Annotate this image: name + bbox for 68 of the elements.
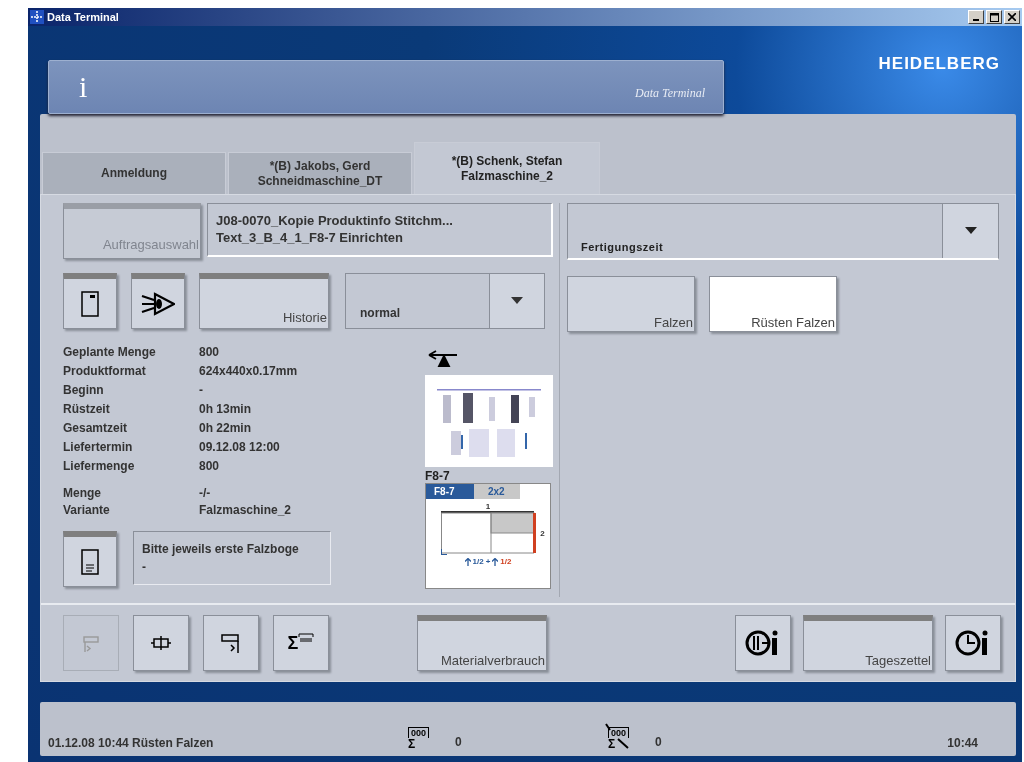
field-value: 0h 13min	[199, 402, 253, 416]
field-value: -	[199, 383, 204, 397]
arrow-up-icon	[492, 557, 499, 566]
scheme-title: F8-7	[425, 469, 451, 483]
field-value: 800	[199, 459, 221, 473]
field-label: Menge	[63, 486, 102, 500]
field-label: Beginn	[63, 383, 105, 397]
field-label: Gesamtzeit	[63, 421, 129, 435]
tab[interactable]: *(B) Schenk, Stefan Falzmaschine_2	[414, 142, 600, 194]
tab[interactable]: *(B) Jakobs, Gerd Schneidmaschine_DT	[228, 152, 412, 194]
field-value: 09.12.08 12:00	[199, 440, 281, 454]
sum-button[interactable]: Σ	[273, 615, 329, 671]
fraction-label: 1/2	[472, 557, 484, 566]
window-title: Data Terminal	[47, 11, 120, 23]
field-value: Falzmaschine_2	[199, 503, 293, 517]
minimize-button[interactable]	[968, 10, 984, 24]
document-button[interactable]	[63, 273, 117, 329]
maximize-button[interactable]	[986, 10, 1002, 24]
operation-button[interactable]: Rüsten Falzen	[709, 276, 837, 332]
counter-value: 0	[655, 735, 662, 749]
info-glyph: i	[79, 70, 88, 104]
mode-dropdown[interactable]: normal	[345, 273, 545, 329]
interrupt-button[interactable]	[133, 615, 189, 671]
field-value: -/-	[199, 486, 212, 500]
dropdown-arrow-icon	[964, 227, 977, 235]
document-icon	[81, 548, 99, 575]
logo: HEIDELBERG	[878, 54, 1000, 74]
view-button[interactable]	[131, 273, 185, 329]
edge-number: 2	[540, 528, 545, 538]
close-icon	[1008, 13, 1016, 21]
field-label: Variante	[63, 503, 111, 517]
counter-value: 0	[455, 735, 462, 749]
end-icon	[220, 632, 242, 654]
arrow-up-icon	[464, 557, 471, 566]
dropdown-arrow-icon	[511, 297, 523, 305]
end-button[interactable]	[203, 615, 259, 671]
material-consumption-button[interactable]: Materialverbrauch	[417, 615, 547, 671]
operation-button[interactable]: Falzen	[567, 276, 695, 332]
edge-number: 1	[485, 502, 491, 511]
production-time-dropdown[interactable]: Fertigungszeit	[567, 203, 999, 260]
field-label: Liefertermin	[63, 440, 134, 454]
field-label: Geplante Menge	[63, 345, 157, 359]
field-value: 624x440x0.17mm	[199, 364, 299, 378]
job-display: J08-0070_Kopie Produktinfo Stitchm... Text_3_B_4_1_F8-7 Einrichten	[207, 203, 553, 257]
app-icon	[30, 10, 44, 24]
fraction-label: 1/2	[500, 557, 512, 566]
field-value: 800	[199, 345, 221, 359]
status-message: 01.12.08 10:44 Rüsten Falzen	[48, 736, 215, 750]
panel-caption: Data Terminal	[635, 86, 705, 101]
note-field: Bitte jeweils erste Falzboge -	[133, 531, 331, 585]
plus-sign: +	[485, 557, 491, 566]
status-time: 10:44	[947, 736, 978, 750]
start-icon	[81, 633, 101, 653]
field-label: Rüstzeit	[63, 402, 111, 416]
field-label: Liefermenge	[63, 459, 136, 473]
time-info-button[interactable]	[945, 615, 1001, 671]
maximize-icon	[989, 12, 999, 22]
note-button[interactable]	[63, 531, 117, 587]
field-label: Produktformat	[63, 364, 147, 378]
sheet-icon	[81, 290, 99, 317]
interrupt-icon	[150, 635, 172, 651]
field-value: 0h 22min	[199, 421, 253, 435]
operator-info-button[interactable]	[735, 615, 791, 671]
eye-icon	[141, 291, 175, 316]
history-button[interactable]: Historie	[199, 273, 329, 329]
tab[interactable]: Anmeldung	[42, 152, 226, 194]
daily-report-button[interactable]: Tageszettel	[803, 615, 933, 671]
close-button[interactable]	[1004, 10, 1020, 24]
